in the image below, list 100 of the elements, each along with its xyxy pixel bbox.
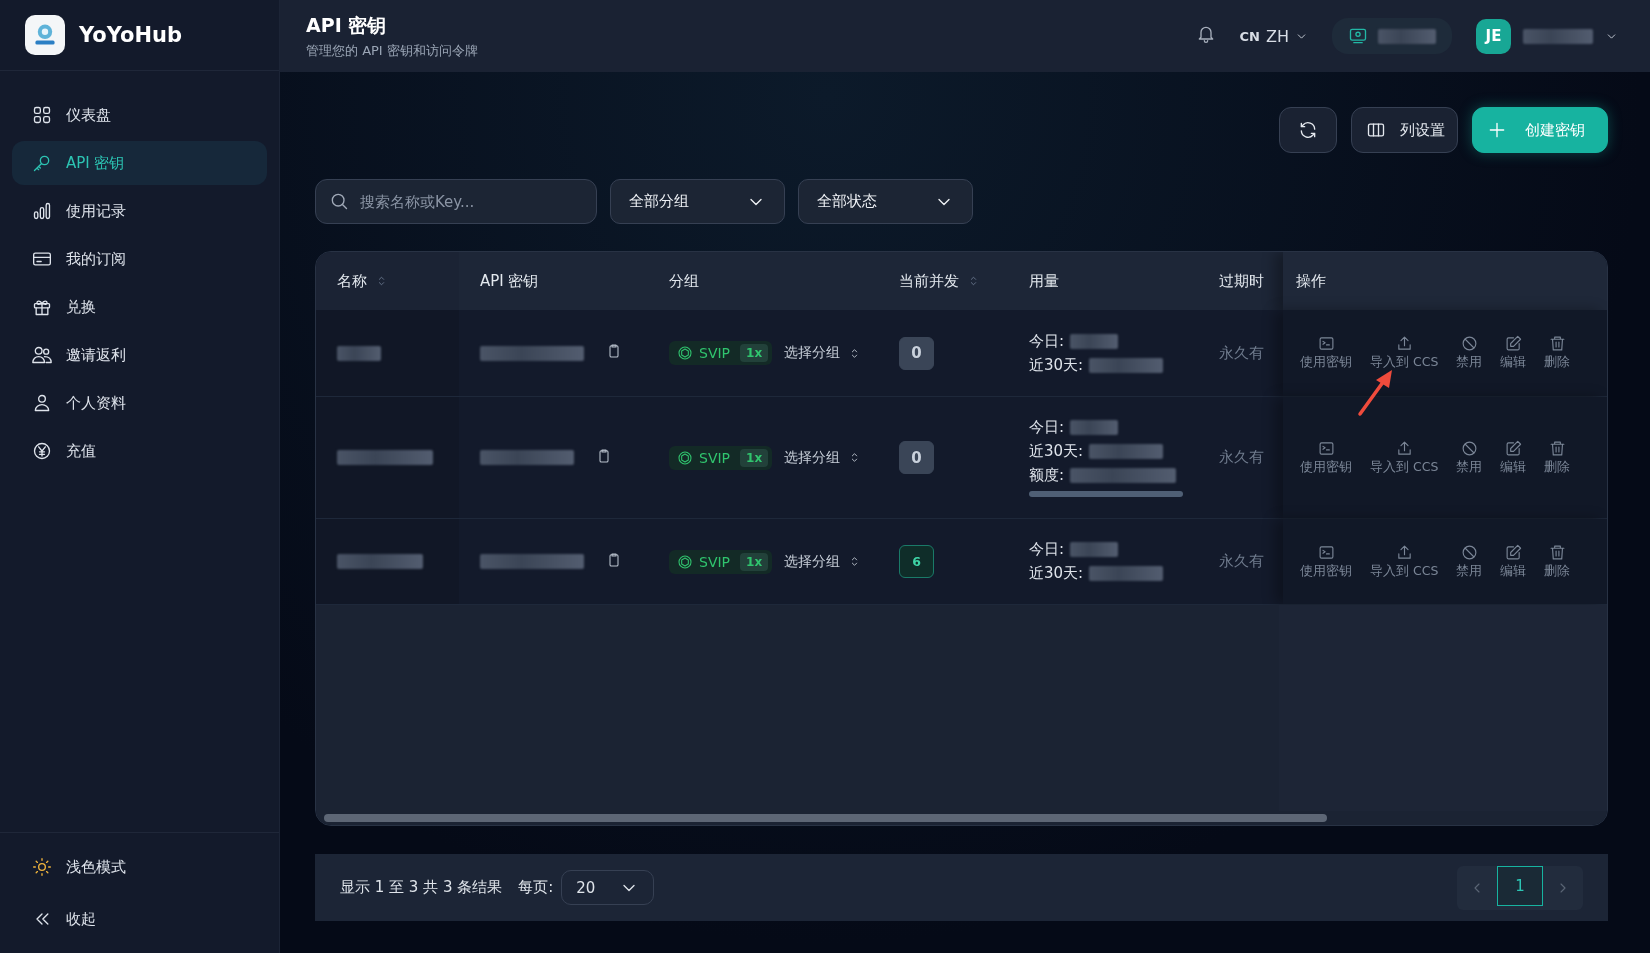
sun-icon [32, 857, 52, 877]
yen-coin-icon [32, 441, 52, 461]
nav-item[interactable]: 邀请返利 [12, 333, 267, 377]
filter-dropdown[interactable]: 全部状态 [798, 179, 973, 224]
concurrency-count: 0 [899, 336, 934, 370]
results-summary: 显示 1 至 3 共 3 条结果 [340, 878, 503, 897]
action-button[interactable]: 禁用 [1452, 543, 1487, 580]
app-logo [25, 15, 65, 55]
action-button[interactable]: 编辑 [1496, 439, 1531, 476]
action-button[interactable]: 编辑 [1496, 335, 1531, 371]
pixelated-block [1070, 542, 1119, 557]
page-button[interactable]: 1 [1497, 865, 1543, 906]
sidebar-button[interactable]: 收起 [12, 897, 267, 941]
usage-label: 今日: [1029, 540, 1065, 559]
column-header[interactable]: 当前并发 [899, 271, 959, 291]
terminal-icon [1317, 335, 1335, 352]
upload-icon [1395, 543, 1413, 561]
multiplier-badge: 1x [740, 344, 769, 362]
usage-label: 近30天: [1029, 355, 1084, 375]
clipboard-icon [606, 551, 622, 568]
scrollbar-thumb[interactable] [324, 814, 1327, 822]
refresh-button[interactable] [1279, 107, 1337, 153]
bar-chart-icon [32, 201, 52, 221]
trash-icon [1548, 335, 1566, 352]
pixelated-block [337, 345, 381, 361]
ban-icon [1460, 439, 1478, 457]
user-icon [32, 393, 52, 413]
column-header: 过期时 [1219, 271, 1264, 291]
action-button[interactable]: 导入到 CCS [1366, 335, 1443, 371]
nav-item[interactable]: 仪表盘 [12, 93, 267, 137]
edit-icon [1504, 335, 1522, 352]
usage-label: 近30天: [1029, 564, 1084, 583]
concurrency-count: 0 [899, 441, 934, 474]
action-button[interactable]: 导入到 CCS [1366, 439, 1443, 476]
brand-name: YoYoHub [79, 23, 182, 47]
ban-icon [1460, 335, 1478, 352]
action-button[interactable]: 删除 [1540, 543, 1575, 580]
upload-icon [1395, 335, 1413, 352]
edit-icon [1504, 439, 1522, 457]
nav-item[interactable]: 使用记录 [12, 189, 267, 233]
language-selector[interactable]: CN ZH [1239, 26, 1308, 46]
filter-dropdown[interactable]: 全部分组 [610, 179, 785, 224]
nav-item[interactable]: API 密钥 [12, 141, 267, 185]
expiry-text: 永久有 [1219, 448, 1264, 467]
action-button[interactable]: 使用密钥 [1296, 543, 1356, 580]
refresh-icon [1298, 120, 1318, 140]
column-header: API 密钥 [480, 271, 539, 291]
group-tag: SVIP 1x [669, 445, 773, 470]
concurrency-count: 6 [899, 545, 934, 578]
group-select[interactable]: 选择分组 [784, 448, 862, 467]
column-header[interactable]: 名称 [337, 271, 367, 291]
users-icon [32, 345, 52, 365]
terminal-icon [1317, 439, 1335, 457]
page-subtitle: 管理您的 API 密钥和访问令牌 [306, 41, 478, 60]
plus-icon [1487, 120, 1507, 140]
action-button[interactable]: 删除 [1540, 439, 1575, 476]
action-button[interactable]: 禁用 [1452, 335, 1487, 371]
multiplier-badge: 1x [740, 552, 769, 571]
search-field[interactable]: 搜索名称或Key... [315, 179, 597, 224]
group-select[interactable]: 选择分组 [784, 344, 862, 362]
pixelated-block [1070, 333, 1119, 349]
action-button[interactable]: 使用密钥 [1296, 439, 1356, 476]
action-button[interactable]: 导入到 CCS [1366, 543, 1443, 580]
nav-item[interactable]: 个人资料 [12, 381, 267, 425]
expiry-text: 永久有 [1219, 552, 1264, 571]
clipboard-icon [596, 447, 612, 464]
quota-label: 额度: [1029, 466, 1065, 485]
key-icon [32, 153, 52, 173]
action-button[interactable]: 删除 [1540, 335, 1575, 371]
grid-icon [32, 105, 52, 125]
ban-icon [1460, 543, 1478, 561]
group-tag: SVIP 1x [669, 549, 773, 574]
sidebar-button[interactable]: 浅色模式 [12, 845, 267, 889]
column-header: 操作 [1296, 271, 1326, 291]
trash-icon [1548, 439, 1566, 457]
balance-pill[interactable] [1332, 18, 1452, 54]
gift-icon [32, 297, 52, 317]
terminal-icon [1317, 543, 1335, 561]
usage-label: 今日: [1029, 418, 1065, 437]
edit-icon [1504, 543, 1522, 561]
group-select[interactable]: 选择分组 [784, 552, 862, 571]
page-title: API 密钥 [306, 12, 388, 38]
group-tag: SVIP 1x [669, 341, 773, 365]
action-button[interactable]: 使用密钥 [1296, 335, 1356, 371]
expiry-text: 永久有 [1219, 343, 1264, 363]
column-settings-button[interactable]: 列设置 [1351, 107, 1458, 153]
action-button[interactable]: 禁用 [1452, 439, 1487, 476]
per-page-select[interactable]: 20 [561, 870, 655, 905]
pixelated-block [1523, 28, 1593, 44]
nav-item[interactable]: 兑换 [12, 285, 267, 329]
trash-icon [1548, 543, 1566, 561]
usage-label: 近30天: [1029, 442, 1084, 461]
nav-item[interactable]: 我的订阅 [12, 237, 267, 281]
column-header: 分组 [669, 271, 699, 291]
multiplier-badge: 1x [740, 448, 769, 467]
usage-label: 今日: [1029, 331, 1065, 351]
nav-item[interactable]: 充值 [12, 429, 267, 473]
action-button[interactable]: 编辑 [1496, 543, 1531, 580]
monitor-icon [1348, 26, 1368, 46]
pixelated-block [1070, 420, 1119, 435]
